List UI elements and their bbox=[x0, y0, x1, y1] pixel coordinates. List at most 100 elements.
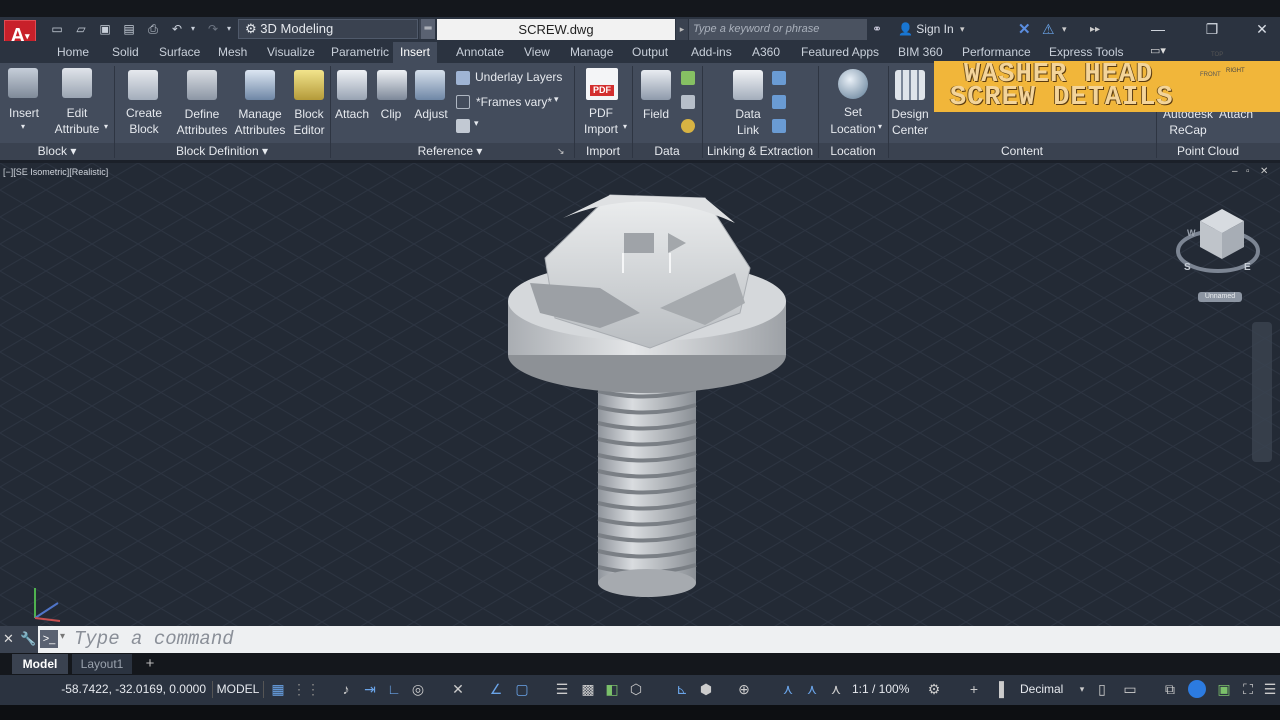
selection-cycling-icon[interactable]: ◧ bbox=[604, 680, 620, 698]
add-layout-tab[interactable]: + bbox=[140, 654, 160, 674]
customize-qat-icon[interactable]: ═ bbox=[421, 19, 435, 39]
pdf-import-label1[interactable]: PDF bbox=[580, 105, 622, 121]
attach-button[interactable]: Attach bbox=[331, 106, 373, 122]
customization-icon[interactable]: ☰ bbox=[1262, 680, 1278, 698]
pdf-import-label2[interactable]: Import bbox=[576, 121, 626, 137]
tab-solid[interactable]: Solid bbox=[112, 42, 139, 63]
block-editor-label2[interactable]: Editor bbox=[288, 122, 330, 138]
save-as-icon[interactable]: ▤ bbox=[120, 21, 138, 37]
tab-mesh[interactable]: Mesh bbox=[218, 42, 247, 63]
tab-home[interactable]: Home bbox=[57, 42, 89, 63]
manage-attributes-label2[interactable]: Attributes bbox=[230, 122, 290, 138]
sign-in-button[interactable]: 👤 Sign In bbox=[876, 19, 1006, 40]
update-fields-icon[interactable] bbox=[681, 71, 695, 85]
block-panel-title[interactable]: Block ▾ bbox=[0, 143, 114, 160]
tab-output[interactable]: Output bbox=[632, 42, 668, 63]
upload-to-source-icon[interactable] bbox=[772, 95, 786, 109]
pdf-import-dropdown-icon[interactable]: ▾ bbox=[621, 119, 629, 135]
pdf-import-icon[interactable]: PDF bbox=[586, 68, 618, 100]
quick-properties-icon[interactable]: ▯ bbox=[1094, 680, 1110, 698]
model-tab[interactable]: Model bbox=[12, 654, 68, 674]
tab-parametric[interactable]: Parametric bbox=[331, 42, 389, 63]
attach-icon[interactable] bbox=[337, 70, 367, 100]
recent-commands-icon[interactable]: ▾ bbox=[60, 631, 65, 642]
clean-screen-icon[interactable]: ▣ bbox=[1216, 680, 1232, 698]
drawing-viewport[interactable] bbox=[0, 163, 1280, 626]
undo-dropdown-icon[interactable]: ▾ bbox=[184, 21, 202, 37]
block-editor-label1[interactable]: Block bbox=[288, 106, 330, 122]
snap-underlay-dropdown-icon[interactable]: ▾ bbox=[474, 118, 479, 129]
tab-annotate[interactable]: Annotate bbox=[456, 42, 504, 63]
create-block-label1[interactable]: Create bbox=[118, 105, 170, 121]
data-link-label1[interactable]: Data bbox=[726, 106, 770, 122]
workspace-switching-icon[interactable]: ⚙ bbox=[926, 680, 942, 698]
lineweight-icon[interactable]: ☰ bbox=[554, 680, 570, 698]
clip-icon[interactable] bbox=[377, 70, 407, 100]
coordinates-readout[interactable]: -58.7422, -32.0169, 0.0000 bbox=[28, 681, 206, 698]
auto-scale-icon[interactable]: ⋏ bbox=[804, 680, 820, 698]
grid-display-icon[interactable]: ▦ bbox=[270, 680, 286, 698]
units-dropdown[interactable]: Decimal bbox=[1020, 681, 1063, 698]
set-location-label2[interactable]: Location bbox=[824, 121, 882, 137]
tab-insert[interactable]: Insert bbox=[393, 42, 438, 63]
snap-underlay-icon[interactable] bbox=[456, 119, 470, 133]
model-space-toggle[interactable]: MODEL bbox=[212, 681, 264, 698]
manage-attributes-label1[interactable]: Manage bbox=[230, 106, 290, 122]
tab-visualize[interactable]: Visualize bbox=[267, 42, 315, 63]
viewport-restore-icon[interactable]: ▫ bbox=[1246, 166, 1250, 177]
set-location-dropdown-icon[interactable]: ▾ bbox=[876, 119, 884, 135]
download-from-source-icon[interactable] bbox=[772, 71, 786, 85]
fullscreen-icon[interactable]: ⛶ bbox=[1240, 680, 1256, 698]
define-attributes-label2[interactable]: Attributes bbox=[172, 122, 232, 138]
edit-attribute-label1[interactable]: Edit bbox=[50, 105, 104, 121]
tab-surface[interactable]: Surface bbox=[159, 42, 200, 63]
data-link-label2[interactable]: Link bbox=[726, 122, 770, 138]
workspace-switcher[interactable]: ⚙ 3D Modeling bbox=[238, 19, 418, 39]
extract-data-icon[interactable] bbox=[772, 119, 786, 133]
viewport-minimize-icon[interactable]: – bbox=[1232, 166, 1238, 177]
globe-icon[interactable] bbox=[838, 69, 868, 99]
set-location-label1[interactable]: Set bbox=[830, 104, 876, 120]
gizmo-icon[interactable]: ⊕ bbox=[736, 680, 752, 698]
underlay-layers-button[interactable]: Underlay Layers bbox=[475, 70, 562, 84]
design-center-label1[interactable]: Design bbox=[888, 106, 932, 122]
selection-filtering-icon[interactable]: ⬢ bbox=[698, 680, 714, 698]
field-icon[interactable] bbox=[641, 70, 671, 100]
search-input[interactable]: Type a keyword or phrase bbox=[689, 19, 867, 40]
frames-dropdown[interactable]: *Frames vary* bbox=[476, 95, 552, 109]
edit-attribute-icon[interactable] bbox=[62, 68, 92, 98]
tab-a360[interactable]: A360 bbox=[752, 42, 780, 63]
create-block-icon[interactable] bbox=[128, 70, 158, 100]
navigation-bar[interactable] bbox=[1252, 322, 1272, 462]
reference-dialog-launcher-icon[interactable]: ↘ bbox=[557, 146, 565, 157]
insert-dropdown-icon[interactable]: ▾ bbox=[17, 119, 29, 135]
clip-button[interactable]: Clip bbox=[372, 106, 410, 122]
data-link-icon[interactable] bbox=[733, 70, 763, 100]
new-file-icon[interactable]: ▭ bbox=[48, 21, 66, 37]
ucs-menu[interactable]: Unnamed bbox=[1198, 292, 1242, 302]
tab-manage[interactable]: Manage bbox=[570, 42, 613, 63]
more-icon[interactable]: ▸▸ bbox=[1090, 19, 1104, 40]
design-center-icon[interactable] bbox=[895, 70, 925, 100]
tab-bim-360[interactable]: BIM 360 bbox=[898, 42, 943, 63]
snap-mode-icon[interactable]: ⋮⋮ bbox=[292, 680, 320, 698]
polar-tracking-icon[interactable]: ◎ bbox=[410, 680, 426, 698]
edit-attribute-dropdown-icon[interactable]: ▾ bbox=[101, 119, 111, 135]
annotation-visibility-icon[interactable]: ⋏ bbox=[780, 680, 796, 698]
signin-dropdown-icon[interactable]: ▾ bbox=[960, 19, 972, 40]
minimize-button[interactable]: — bbox=[1140, 19, 1176, 40]
edit-attribute-label2[interactable]: Attribute bbox=[50, 121, 104, 137]
autodesk-recap-label2[interactable]: ReCap bbox=[1160, 122, 1216, 138]
3d-object-snap-icon[interactable]: ⬡ bbox=[628, 680, 644, 698]
exchange-apps-icon[interactable]: ✕ bbox=[1018, 19, 1038, 40]
frames-icon[interactable] bbox=[456, 95, 470, 109]
ribbon-toggle-icon[interactable]: ▭▾ bbox=[1150, 44, 1174, 58]
define-attributes-icon[interactable] bbox=[187, 70, 217, 100]
frames-dropdown-icon[interactable]: ▾ bbox=[554, 94, 559, 105]
layout1-tab[interactable]: Layout1 bbox=[72, 654, 132, 674]
adjust-button[interactable]: Adjust bbox=[410, 106, 452, 122]
customize-command-icon[interactable]: 🔧 bbox=[20, 631, 36, 647]
hardware-acceleration-icon[interactable] bbox=[1188, 680, 1206, 698]
ole-object-icon[interactable] bbox=[681, 95, 695, 109]
command-prompt-icon[interactable]: >_ bbox=[40, 630, 58, 648]
